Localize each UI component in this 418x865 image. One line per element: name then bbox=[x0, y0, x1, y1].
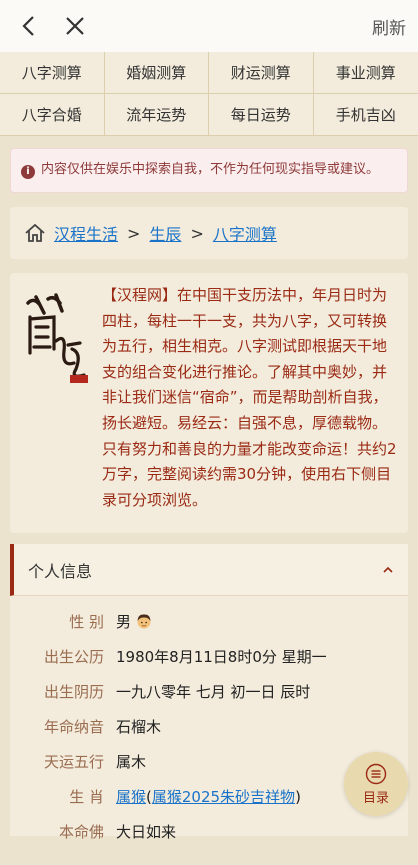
info-label: 出生公历 bbox=[43, 648, 104, 666]
info-label: 生 肖 bbox=[69, 788, 104, 806]
nav-item-marriage[interactable]: 婚姻测算 bbox=[104, 52, 209, 94]
breadcrumb: 汉程生活 > 生辰 > 八字测算 bbox=[10, 207, 408, 259]
nav-item-wealth[interactable]: 财运测算 bbox=[209, 52, 314, 94]
nav-item-daily-fortune[interactable]: 每日运势 bbox=[209, 94, 314, 136]
disclaimer-notice: i 内容仅供在娱乐中探索自我，不作为任何现实指导或建议。 bbox=[10, 148, 408, 193]
buddha-link[interactable]: 大日如来 bbox=[116, 821, 176, 842]
info-row-lunar-birth: 出生阴历 一九八零年 七月 初一日 辰时 bbox=[10, 674, 408, 709]
info-value: 1980年8月11日8时0分 星期一 bbox=[116, 648, 327, 666]
toc-button[interactable]: 目录 bbox=[344, 752, 408, 816]
personal-info-header[interactable]: 个人信息 bbox=[10, 544, 408, 596]
chevron-up-icon[interactable] bbox=[380, 562, 396, 578]
back-icon[interactable] bbox=[12, 9, 46, 43]
info-row-buddha: 本命佛 大日如来 bbox=[10, 814, 408, 849]
info-value: 石榴木 bbox=[116, 718, 162, 736]
zodiac-mascot-link[interactable]: 属猴2025朱砂吉祥物 bbox=[152, 788, 295, 806]
info-icon: i bbox=[21, 165, 35, 179]
info-value: 一九八零年 七月 初一日 辰时 bbox=[116, 683, 311, 701]
man-emoji-icon bbox=[137, 614, 151, 629]
breadcrumb-separator: > bbox=[127, 223, 141, 243]
breadcrumb-separator: > bbox=[190, 223, 204, 243]
nav-item-yearly-fortune[interactable]: 流年运势 bbox=[104, 94, 209, 136]
breadcrumb-link-shengchen[interactable]: 生辰 bbox=[149, 221, 181, 245]
home-icon[interactable] bbox=[24, 222, 46, 244]
toc-label: 目录 bbox=[362, 790, 389, 806]
info-value: 属猴(属猴2025朱砂吉祥物) bbox=[116, 788, 301, 806]
info-row-nayin: 年命纳音 石榴木 bbox=[10, 709, 408, 744]
disclaimer-text: 内容仅供在娱乐中探索自我，不作为任何现实指导或建议。 bbox=[41, 162, 380, 177]
refresh-button[interactable]: 刷新 bbox=[372, 14, 406, 39]
info-label: 年命纳音 bbox=[43, 718, 104, 736]
top-bar: 刷新 bbox=[0, 0, 418, 52]
nav-item-marriage-match[interactable]: 八字合婚 bbox=[0, 94, 105, 136]
nav-item-career[interactable]: 事业测算 bbox=[313, 52, 418, 94]
category-nav: 八字测算 婚姻测算 财运测算 事业测算 八字合婚 流年运势 每日运势 手机吉凶 bbox=[0, 52, 418, 136]
info-label: 性 别 bbox=[69, 613, 104, 631]
info-value: 属木 bbox=[116, 753, 147, 771]
list-icon bbox=[365, 763, 387, 784]
zodiac-link[interactable]: 属猴 bbox=[116, 788, 146, 806]
nav-item-bazi[interactable]: 八字测算 bbox=[0, 52, 105, 94]
nav-item-phone-luck[interactable]: 手机吉凶 bbox=[313, 94, 418, 136]
info-row-gender: 性 别 男 bbox=[10, 604, 408, 639]
intro-panel: 【汉程网】在中国干支历法中，年月日时为四柱，每柱一干一支，共为八字，又可转换为五… bbox=[10, 273, 408, 533]
calligraphy-logo bbox=[10, 283, 102, 523]
info-value: 男 bbox=[116, 611, 153, 632]
breadcrumb-link-bazi[interactable]: 八字测算 bbox=[213, 221, 277, 245]
info-label: 天运五行 bbox=[43, 753, 104, 771]
info-label: 本命佛 bbox=[58, 823, 104, 841]
intro-text: 【汉程网】在中国干支历法中，年月日时为四柱，每柱一干一支，共为八字，又可转换为五… bbox=[102, 286, 397, 509]
close-icon[interactable] bbox=[58, 9, 92, 43]
info-row-solar-birth: 出生公历 1980年8月11日8时0分 星期一 bbox=[10, 639, 408, 674]
breadcrumb-link-hancheng[interactable]: 汉程生活 bbox=[54, 221, 118, 245]
section-title: 个人信息 bbox=[28, 561, 93, 581]
info-label: 出生阴历 bbox=[43, 683, 104, 701]
